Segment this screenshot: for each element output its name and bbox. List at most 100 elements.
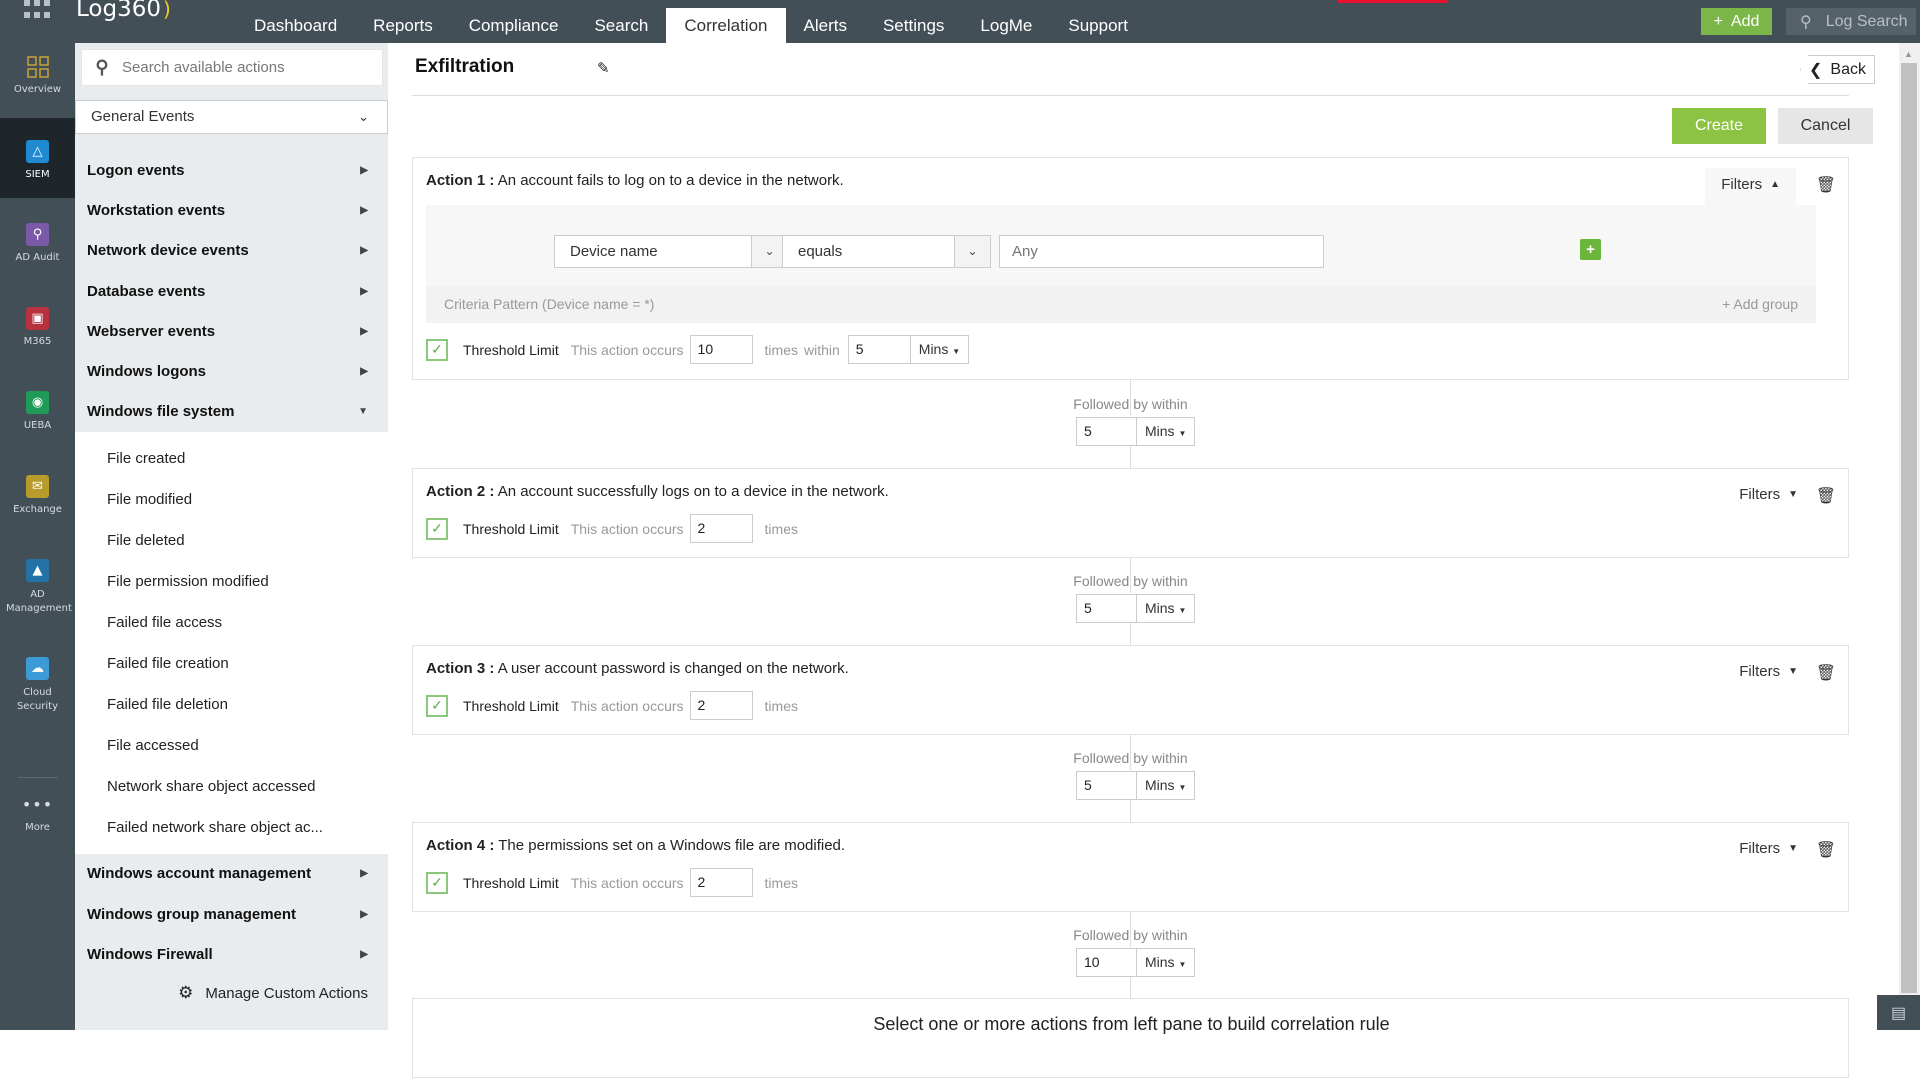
rail-item-ad-management[interactable]: ▲ AD Management [0, 559, 75, 639]
app-logo[interactable]: Log360) [76, 0, 171, 22]
action-item[interactable]: File permission modified [75, 561, 388, 602]
within-unit-select[interactable]: Mins ▼ [909, 335, 970, 364]
add-group-link[interactable]: + Add group [1722, 286, 1798, 323]
caret-down-icon: ▼ [1178, 783, 1187, 792]
tab-reports[interactable]: Reports [355, 8, 451, 43]
filters-toggle[interactable]: Filters ▼ [1739, 486, 1798, 503]
rail-item-overview[interactable]: Overview [0, 43, 75, 115]
occurs-count-input[interactable]: 2 [689, 514, 753, 543]
action-item[interactable]: File created [75, 438, 388, 479]
category-select[interactable]: General Events ⌄ [75, 100, 388, 134]
filters-toggle[interactable]: Filters ▼ [1739, 663, 1798, 680]
rail-item-ueba[interactable]: ◉ UEBA [0, 391, 75, 463]
rail-item-exchange[interactable]: ✉ Exchange [0, 475, 75, 547]
group-windows-file-system[interactable]: Windows file system ▼ [75, 392, 388, 432]
group-webserver-events[interactable]: Webserver events ▶ [75, 312, 388, 352]
occurs-count-input[interactable]: 2 [689, 691, 753, 720]
rail-item-cloud-security[interactable]: ☁ Cloud Security [0, 657, 75, 737]
empty-action-dropzone: Select one or more actions from left pan… [412, 998, 1849, 1078]
delete-action-icon[interactable]: 🗑 [1816, 840, 1836, 860]
action-item[interactable]: Failed file creation [75, 643, 388, 684]
rail-label: M365 [23, 336, 52, 347]
delete-action-icon[interactable]: 🗑 [1816, 175, 1836, 195]
manage-custom-actions-link[interactable]: ⚙ Manage Custom Actions [178, 983, 368, 1003]
tab-alerts[interactable]: Alerts [786, 8, 865, 43]
group-network-device-events[interactable]: Network device events ▶ [75, 231, 388, 271]
group-windows-account-management[interactable]: Windows account management ▶ [75, 854, 388, 894]
threshold-row: ✓ Threshold Limit This action occurs 10 … [426, 335, 970, 364]
envelope-icon: ✉ [26, 475, 49, 498]
action-item[interactable]: Failed file access [75, 602, 388, 643]
group-logon-events[interactable]: Logon events ▶ [75, 151, 388, 191]
filters-toggle[interactable]: Filters ▲ [1705, 168, 1796, 205]
add-button[interactable]: + Add [1701, 8, 1772, 35]
threshold-checkbox[interactable]: ✓ [426, 871, 448, 894]
rail-label: AD Audit [15, 252, 60, 263]
add-criteria-button[interactable]: + [1580, 239, 1601, 260]
rail-item-more[interactable]: ••• More [0, 793, 75, 853]
tab-correlation[interactable]: Correlation [666, 8, 786, 43]
search-icon: ⚲ [95, 57, 109, 77]
tab-search[interactable]: Search [576, 8, 666, 43]
group-windows-firewall[interactable]: Windows Firewall ▶ [75, 935, 388, 975]
followed-by-unit-select[interactable]: Mins ▼ [1136, 771, 1196, 800]
followed-by-value-input[interactable]: 5 [1076, 771, 1137, 800]
connector-line [1130, 800, 1131, 822]
followed-by-value-input[interactable]: 10 [1076, 948, 1137, 977]
followed-by-unit-select[interactable]: Mins ▼ [1136, 594, 1196, 623]
tab-settings[interactable]: Settings [865, 8, 962, 43]
gear-icon: ⚙ [178, 983, 194, 1002]
followed-by-value-input[interactable]: 5 [1076, 594, 1137, 623]
rail-item-ad-audit[interactable]: ⚲ AD Audit [0, 223, 75, 295]
connector-line [1130, 623, 1131, 645]
group-windows-group-management[interactable]: Windows group management ▶ [75, 895, 388, 935]
within-value-input[interactable]: 5 [847, 335, 911, 364]
threshold-checkbox[interactable]: ✓ [426, 517, 448, 540]
scroll-up-icon[interactable]: ▲ [1904, 49, 1913, 59]
group-windows-logons[interactable]: Windows logons ▶ [75, 352, 388, 392]
followed-by-value-input[interactable]: 5 [1076, 417, 1137, 446]
action-item[interactable]: File modified [75, 479, 388, 520]
scroll-thumb[interactable] [1901, 63, 1917, 993]
group-workstation-events[interactable]: Workstation events ▶ [75, 191, 388, 231]
chat-icon[interactable]: ▤ [1877, 995, 1920, 1030]
create-button[interactable]: Create [1672, 108, 1766, 144]
group-label: Database events [87, 282, 206, 300]
threshold-checkbox[interactable]: ✓ [426, 338, 448, 361]
tab-compliance[interactable]: Compliance [451, 8, 577, 43]
criteria-value-input[interactable] [999, 235, 1324, 268]
pencil-icon[interactable]: ✎ [597, 59, 610, 77]
tab-support[interactable]: Support [1050, 8, 1146, 43]
rail-label: UEBA [23, 420, 52, 431]
back-button[interactable]: ❮ Back [1800, 55, 1875, 84]
criteria-operator-select[interactable]: equals ⌄ [782, 235, 991, 268]
followed-by-unit-select[interactable]: Mins ▼ [1136, 948, 1196, 977]
app-grid-icon[interactable] [24, 0, 50, 20]
log-search-button[interactable]: ⚲ Log Search [1786, 8, 1916, 35]
more-icon: ••• [21, 795, 54, 814]
occurs-count-input[interactable]: 2 [689, 868, 753, 897]
delete-action-icon[interactable]: 🗑 [1816, 663, 1836, 683]
tab-dashboard[interactable]: Dashboard [236, 8, 355, 43]
followed-by-label: Followed by within [1073, 573, 1188, 589]
action-item[interactable]: File deleted [75, 520, 388, 561]
cancel-button[interactable]: Cancel [1778, 108, 1873, 144]
action-item[interactable]: Network share object accessed [75, 766, 388, 807]
threshold-checkbox[interactable]: ✓ [426, 694, 448, 717]
action-item[interactable]: File accessed [75, 725, 388, 766]
criteria-field-select[interactable]: Device name ⌄ [554, 235, 788, 268]
action-item[interactable]: Failed file deletion [75, 684, 388, 725]
rail-item-m365[interactable]: ▣ M365 [0, 307, 75, 379]
rail-item-siem[interactable]: △ SIEM [0, 118, 75, 198]
tab-logme[interactable]: LogMe [962, 8, 1050, 43]
caret-right-icon: ▶ [360, 868, 368, 880]
occurs-count-input[interactable]: 10 [689, 335, 753, 364]
group-database-events[interactable]: Database events ▶ [75, 272, 388, 312]
action-item[interactable]: Failed network share object ac... [75, 807, 388, 848]
filters-toggle[interactable]: Filters ▼ [1739, 840, 1798, 857]
vertical-scrollbar[interactable]: ▲ [1899, 43, 1920, 1030]
followed-by-unit-select[interactable]: Mins ▼ [1136, 417, 1196, 446]
file-system-actions: File created File modified File deleted … [75, 432, 388, 855]
delete-action-icon[interactable]: 🗑 [1816, 486, 1836, 506]
action-search-input[interactable] [122, 59, 372, 76]
